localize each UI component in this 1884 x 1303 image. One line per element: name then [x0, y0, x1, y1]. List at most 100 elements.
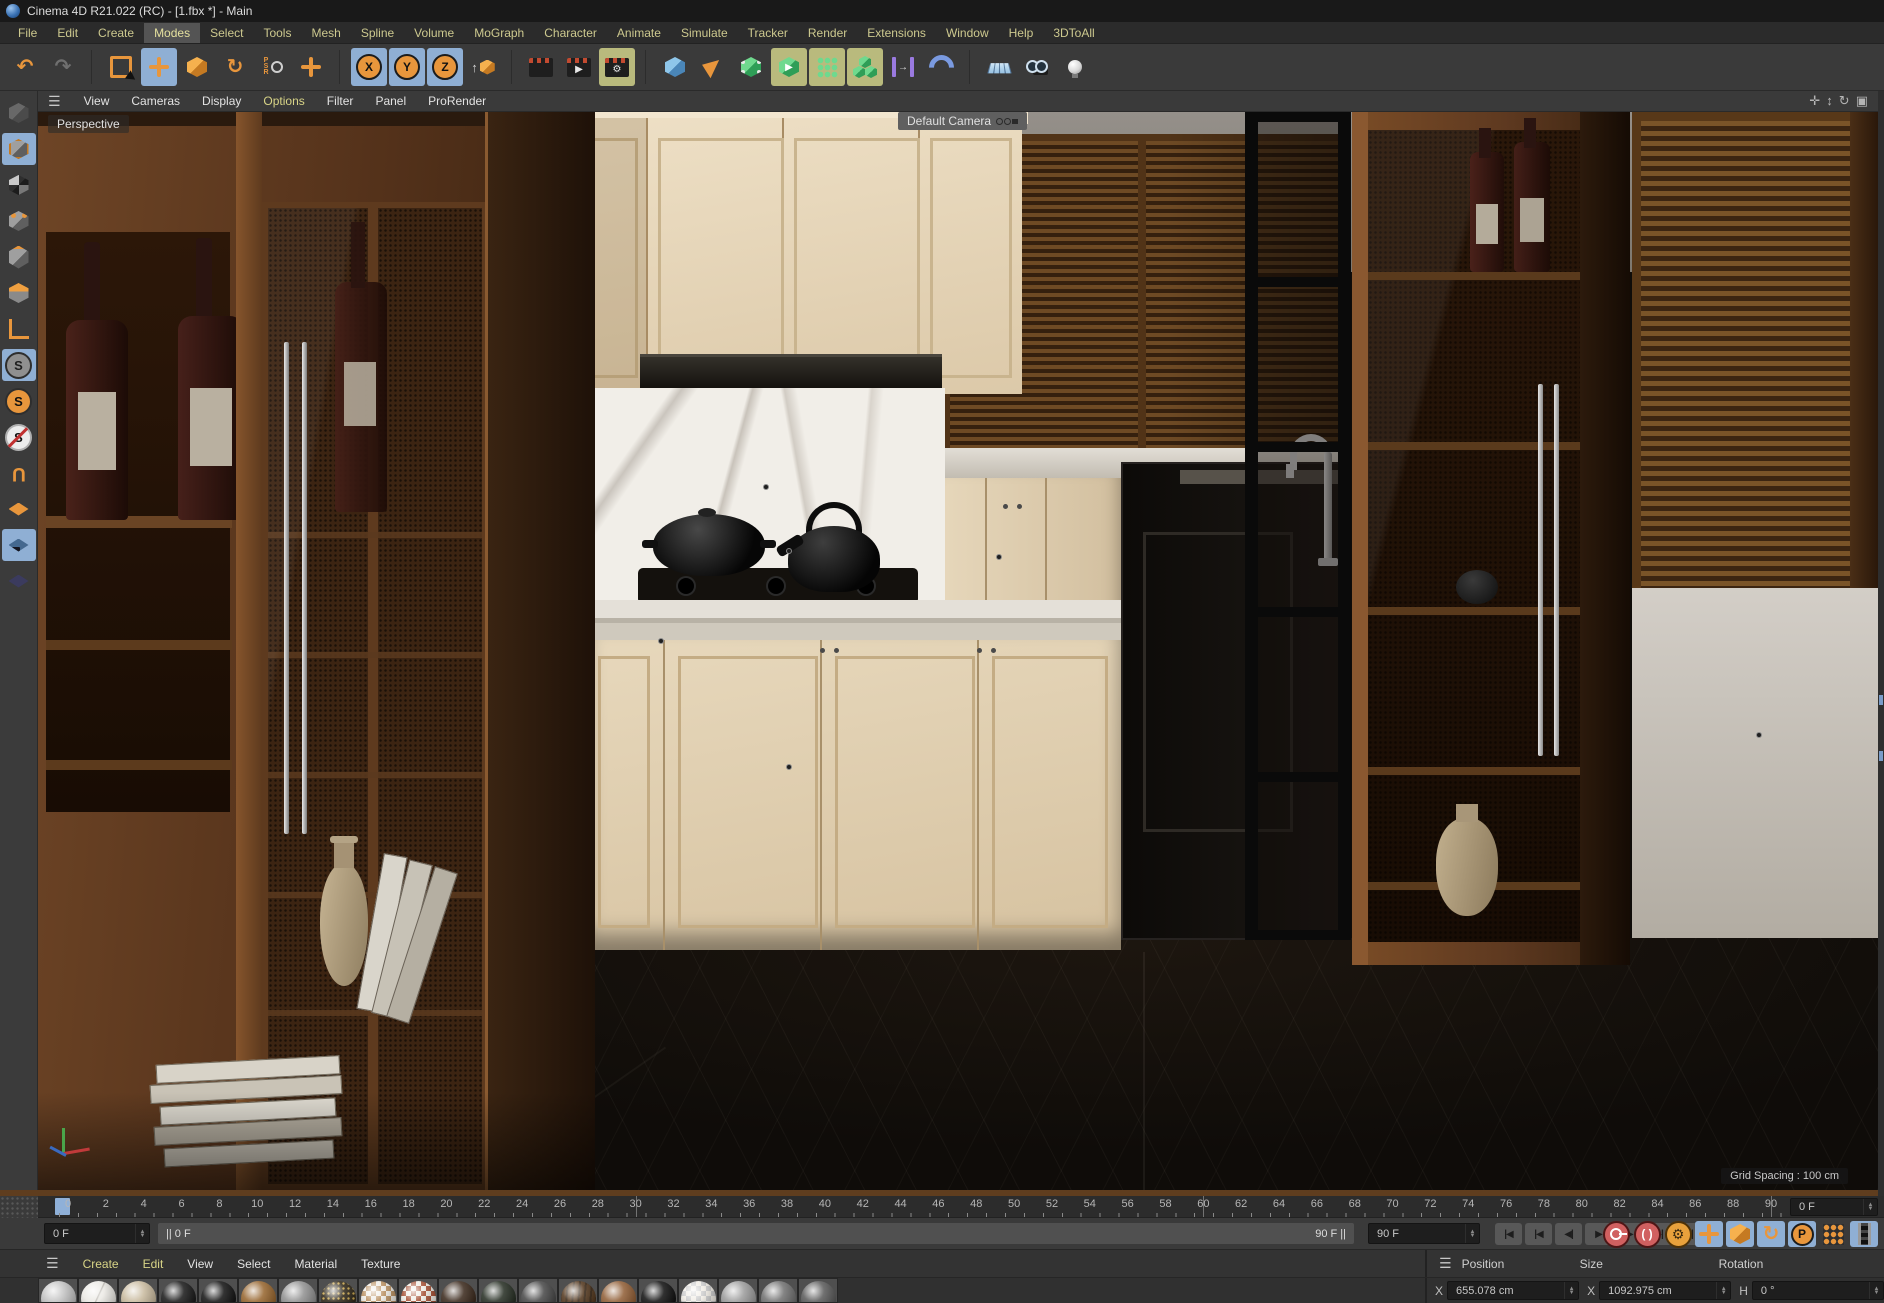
scale-tool[interactable]: [179, 48, 215, 86]
floor-object[interactable]: [981, 48, 1017, 86]
record-keyframe-button[interactable]: [1602, 1220, 1630, 1248]
material-swatch[interactable]: [158, 1278, 198, 1303]
pan-view-icon[interactable]: ✛: [1809, 93, 1820, 109]
viewport-menu-options[interactable]: Options: [252, 92, 315, 110]
cloner-object[interactable]: [809, 48, 845, 86]
snap-3d-button[interactable]: S: [2, 385, 36, 417]
material-swatch[interactable]: [238, 1278, 278, 1303]
material-menu-select[interactable]: Select: [225, 1255, 282, 1273]
material-swatch[interactable]: [478, 1278, 518, 1303]
redo-button[interactable]: ↷: [45, 48, 81, 86]
material-swatch[interactable]: [598, 1278, 638, 1303]
menu-item-help[interactable]: Help: [999, 23, 1044, 43]
start-frame-field[interactable]: 0 F ▲ ▼: [44, 1223, 150, 1244]
material-menu-texture[interactable]: Texture: [349, 1255, 412, 1273]
menu-item-mograph[interactable]: MoGraph: [464, 23, 534, 43]
menu-item-tracker[interactable]: Tracker: [738, 23, 798, 43]
polygon-mode-button[interactable]: [2, 277, 36, 309]
go-to-start-button[interactable]: |◀: [1495, 1223, 1522, 1245]
menu-item-edit[interactable]: Edit: [47, 23, 88, 43]
coordinate-menu-icon[interactable]: ☰: [1439, 1255, 1452, 1272]
enable-snap-button[interactable]: S: [1, 349, 36, 381]
material-swatch[interactable]: [118, 1278, 158, 1303]
psr-tool[interactable]: P S R: [255, 48, 291, 86]
workplane-mode-button[interactable]: [2, 493, 36, 525]
material-swatch[interactable]: [718, 1278, 758, 1303]
menu-item-create[interactable]: Create: [88, 23, 144, 43]
move-tool[interactable]: [141, 48, 177, 86]
render-picture-viewer-button[interactable]: ▶: [561, 48, 597, 86]
lock-x-axis[interactable]: X: [351, 48, 387, 86]
workplane-rotate-button[interactable]: (): [2, 565, 36, 597]
render-view-button[interactable]: [523, 48, 559, 86]
menu-item-mesh[interactable]: Mesh: [301, 23, 350, 43]
deformer-object[interactable]: →: [885, 48, 921, 86]
edge-mode-button[interactable]: [2, 241, 36, 273]
undo-button[interactable]: ↶: [7, 48, 43, 86]
menu-item-select[interactable]: Select: [200, 23, 253, 43]
material-swatch[interactable]: [638, 1278, 678, 1303]
toggle-view-icon[interactable]: ▣: [1856, 93, 1868, 109]
generator-object[interactable]: ▶: [771, 48, 807, 86]
magnet-tool-button[interactable]: U: [2, 457, 36, 489]
material-swatch[interactable]: [198, 1278, 238, 1303]
viewport-menu-view[interactable]: View: [73, 92, 121, 110]
snap-off-button[interactable]: S: [2, 421, 36, 453]
timeline-ruler[interactable]: 0246810121416182022242628303234363840424…: [0, 1196, 1884, 1218]
viewport-view-label[interactable]: Perspective: [48, 115, 129, 133]
bend-deformer[interactable]: [923, 48, 959, 86]
camera-object[interactable]: [1019, 48, 1055, 86]
material-menu-create[interactable]: Create: [71, 1255, 131, 1273]
viewport-menu-prorender[interactable]: ProRender: [417, 92, 497, 110]
menu-item-modes[interactable]: Modes: [144, 22, 201, 43]
subdivision-surface-object[interactable]: [733, 48, 769, 86]
texture-mode-button[interactable]: [2, 169, 36, 201]
previous-frame-button[interactable]: ◀|: [1555, 1223, 1582, 1245]
light-object[interactable]: [1057, 48, 1093, 86]
material-swatch[interactable]: [758, 1278, 798, 1303]
key-position-toggle[interactable]: [1695, 1221, 1723, 1247]
range-slider-left[interactable]: || 0 F: [166, 1228, 191, 1240]
rotate-tool[interactable]: ↻: [217, 48, 253, 86]
end-frame-field[interactable]: 90 F ▲ ▼: [1368, 1223, 1480, 1244]
material-swatch[interactable]: [798, 1278, 838, 1303]
material-menu-view[interactable]: View: [175, 1255, 225, 1273]
material-swatch[interactable]: [398, 1278, 438, 1303]
material-swatch[interactable]: [518, 1278, 558, 1303]
autokey-button[interactable]: ( ): [1633, 1220, 1661, 1248]
key-parameter-toggle[interactable]: P: [1788, 1221, 1816, 1247]
dolly-view-icon[interactable]: ↕: [1826, 93, 1833, 109]
viewport-menu-icon[interactable]: ☰: [48, 93, 61, 110]
viewport-menu-filter[interactable]: Filter: [316, 92, 365, 110]
render-settings-button[interactable]: ⚙: [599, 48, 635, 86]
previous-key-button[interactable]: |◀: [1525, 1223, 1552, 1245]
live-selection-tool[interactable]: [103, 48, 139, 86]
menu-item-simulate[interactable]: Simulate: [671, 23, 738, 43]
lock-z-axis[interactable]: Z: [427, 48, 463, 86]
lock-y-axis[interactable]: Y: [389, 48, 425, 86]
ruler-frame-field[interactable]: 0 F ▲ ▼: [1790, 1198, 1878, 1216]
add-cube-object[interactable]: [657, 48, 693, 86]
menu-item-window[interactable]: Window: [936, 23, 999, 43]
viewport-menu-display[interactable]: Display: [191, 92, 252, 110]
camera-label[interactable]: Default Camera: [898, 112, 1028, 130]
menu-item-character[interactable]: Character: [534, 23, 607, 43]
array-object[interactable]: [847, 48, 883, 86]
menu-item-tools[interactable]: Tools: [253, 23, 301, 43]
keyframe-settings-button[interactable]: ⚙: [1664, 1220, 1692, 1248]
coord-value-field[interactable]: 0 ° ▲ ▼: [1751, 1281, 1884, 1300]
menu-item-file[interactable]: File: [8, 23, 47, 43]
viewport-menu-panel[interactable]: Panel: [364, 92, 417, 110]
key-rotation-toggle[interactable]: ↻: [1757, 1221, 1785, 1247]
material-swatch[interactable]: [318, 1278, 358, 1303]
material-swatch[interactable]: [438, 1278, 478, 1303]
menu-item-volume[interactable]: Volume: [404, 23, 464, 43]
add-spline-object[interactable]: [695, 48, 731, 86]
viewport-menu-cameras[interactable]: Cameras: [120, 92, 191, 110]
material-swatch[interactable]: [558, 1278, 598, 1303]
key-pla-toggle[interactable]: [1819, 1221, 1847, 1247]
coord-value-field[interactable]: 655.078 cm ▲ ▼: [1447, 1281, 1580, 1300]
model-mode-button[interactable]: [1, 133, 36, 165]
material-menu-edit[interactable]: Edit: [131, 1255, 176, 1273]
key-scale-toggle[interactable]: [1726, 1221, 1754, 1247]
